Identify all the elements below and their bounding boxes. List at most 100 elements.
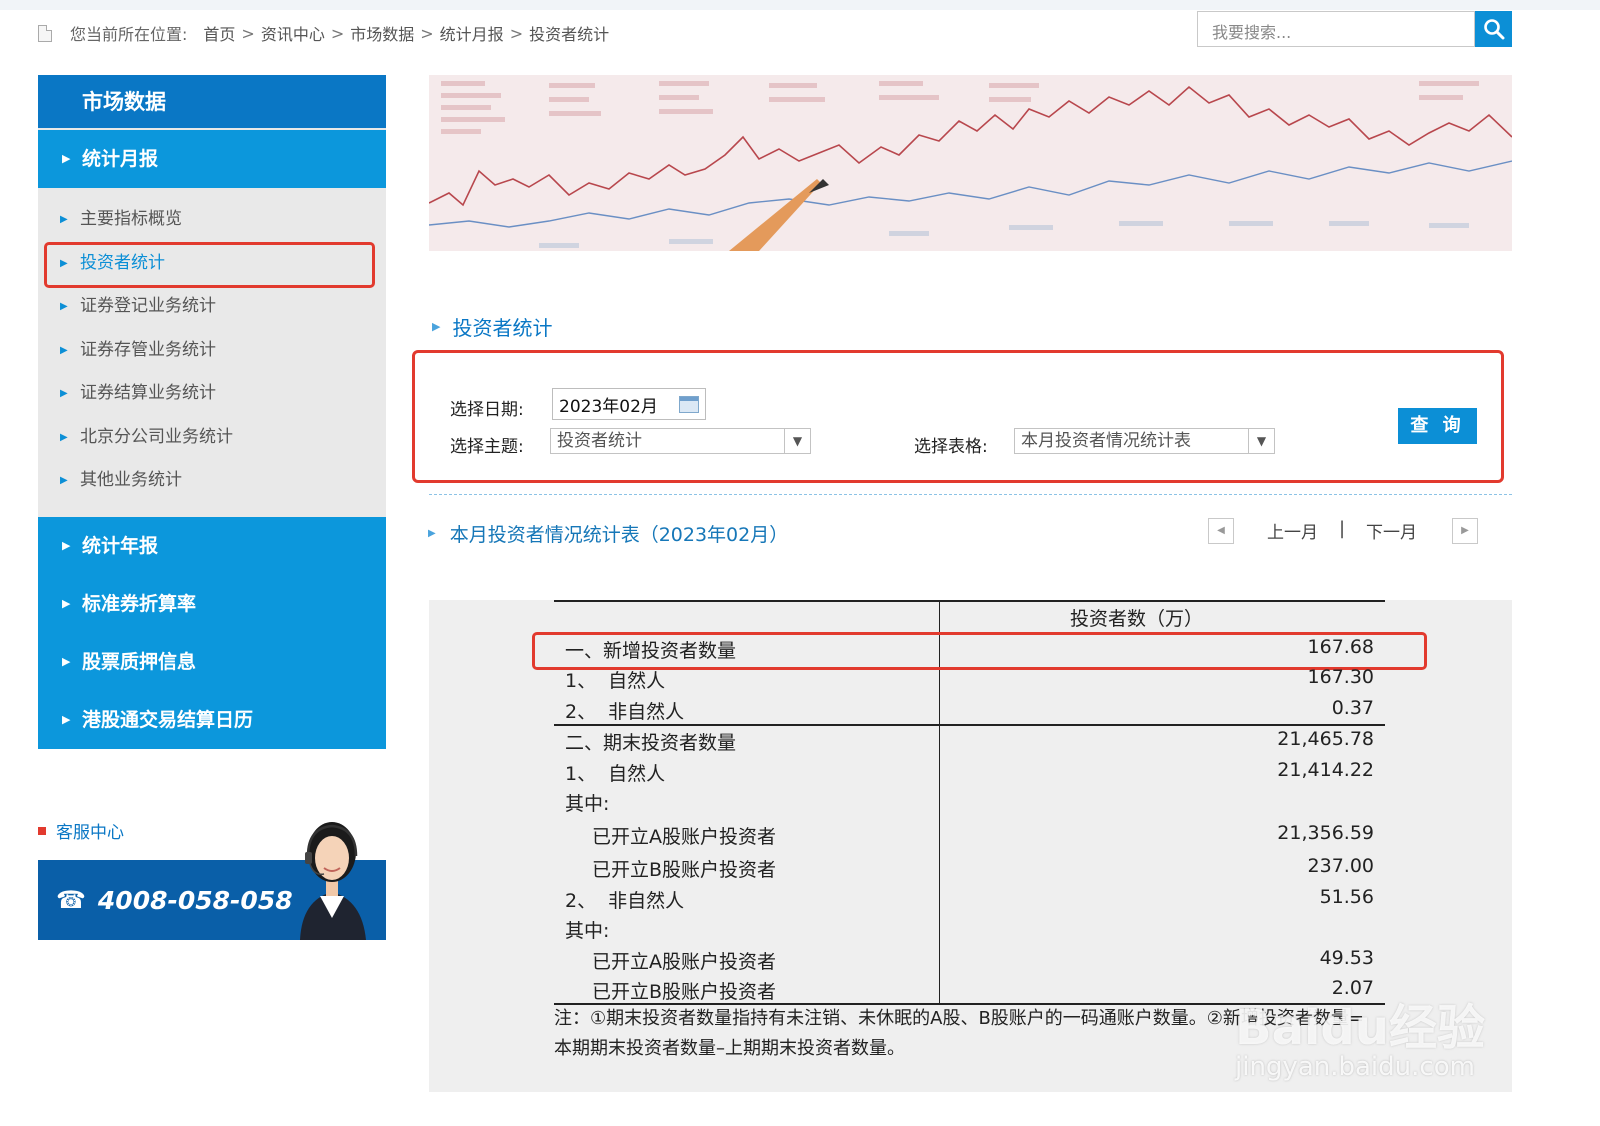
- breadcrumb-item-news[interactable]: 资讯中心: [261, 21, 325, 45]
- topic-label: 选择主题:: [450, 437, 524, 457]
- breadcrumb-item-current: 投资者统计: [529, 25, 610, 44]
- service-center-label: 客服中心: [56, 823, 124, 843]
- table-row-label: 其中:: [565, 920, 610, 942]
- chevron-right-icon: ▶: [60, 214, 68, 225]
- sidebar-item-investor-stats[interactable]: ▶ 投资者统计: [38, 241, 386, 288]
- prev-month-arrow-icon[interactable]: ◀: [1208, 518, 1234, 544]
- highlight-box: [44, 241, 375, 288]
- sidebar-category-monthly[interactable]: ▶ 统计月报: [38, 130, 386, 188]
- sidebar-item-custody[interactable]: ▶ 证券存管业务统计: [38, 329, 386, 373]
- topic-select[interactable]: 投资者统计 ▼: [550, 428, 811, 454]
- chevron-right-icon: ▶: [60, 257, 68, 269]
- sidebar-category-label: 标准券折算率: [82, 592, 197, 615]
- search-button[interactable]: [1475, 11, 1512, 47]
- table-row-label: 二、期末投资者数量: [565, 732, 737, 754]
- table-rule: [554, 724, 1385, 726]
- next-month-link[interactable]: 下一月: [1366, 518, 1417, 546]
- sidebar-category-label: 统计年报: [82, 534, 159, 557]
- table-row-label: 1、 自然人: [565, 670, 666, 692]
- table-select[interactable]: 本月投资者情况统计表 ▼: [1014, 428, 1275, 454]
- sidebar-item-registration[interactable]: ▶ 证券登记业务统计: [38, 285, 386, 329]
- table-row-label: 已开立A股账户投资者: [592, 951, 776, 973]
- section-title: ▶ 投资者统计: [432, 312, 552, 341]
- breadcrumb-item-market[interactable]: 市场数据: [350, 21, 414, 45]
- sidebar-item-label: 北京分公司业务统计: [80, 426, 233, 447]
- watermark-logo: Baidu经验: [1235, 1000, 1485, 1056]
- table-title-text: 本月投资者情况统计表（2023年02月）: [449, 524, 789, 546]
- chevron-down-icon: ▼: [1248, 429, 1274, 453]
- chevron-right-icon: ▶: [60, 344, 68, 356]
- topic-value: 投资者统计: [557, 431, 642, 451]
- chevron-right-icon: ▶: [62, 596, 71, 610]
- chevron-down-icon: ▼: [784, 429, 810, 453]
- table-row-label: 已开立A股账户投资者: [592, 826, 776, 848]
- sidebar-category-pledge[interactable]: ▶ 股票质押信息: [38, 632, 386, 691]
- breadcrumb-separator: >: [420, 23, 434, 43]
- sidebar-submenu: ▶ 主要指标概览 ▶ 投资者统计 ▶ 证券登记业务统计 ▶ 证券存管业务统计 ▶…: [38, 188, 386, 517]
- table-row-label: 1、 自然人: [565, 763, 666, 785]
- triangle-right-icon: ▶: [428, 528, 436, 539]
- table-title: ▶ 本月投资者情况统计表（2023年02月）: [428, 520, 788, 547]
- service-phone-number: 4008-058-058: [97, 885, 293, 915]
- table-row-label: 已开立B股账户投资者: [592, 859, 777, 881]
- chevron-right-icon: ▶: [60, 431, 68, 443]
- table-row-value: 49.53: [1319, 947, 1374, 969]
- chevron-right-icon: ▶: [62, 538, 71, 552]
- table-value: 本月投资者情况统计表: [1021, 431, 1191, 451]
- sidebar: 市场数据 ▶ 统计月报 ▶ 主要指标概览 ▶ 投资者统计 ▶ 证券登记业务统计 …: [38, 75, 386, 749]
- breadcrumb-separator: >: [241, 23, 255, 43]
- query-button[interactable]: 查 询: [1398, 408, 1477, 444]
- divider: [429, 494, 1512, 495]
- page: 您当前所在位置: 首页 > 资讯中心 > 市场数据 > 统计月报 > 投资者统计…: [0, 0, 1600, 1126]
- date-input[interactable]: 2023年02月: [552, 388, 706, 420]
- date-label: 选择日期:: [450, 400, 524, 420]
- sidebar-item-label: 其他业务统计: [80, 470, 182, 490]
- table-rule: [554, 600, 1385, 602]
- table-row-value: 0.37: [1331, 697, 1374, 719]
- sidebar-item-other[interactable]: ▶ 其他业务统计: [38, 459, 386, 503]
- breadcrumb-item-monthly[interactable]: 统计月报: [440, 21, 504, 45]
- breadcrumb-separator: >: [509, 23, 524, 43]
- sidebar-item-beijing-branch[interactable]: ▶ 北京分公司业务统计: [38, 416, 386, 460]
- chevron-right-icon: ▶: [62, 712, 71, 726]
- section-title-text: 投资者统计: [452, 316, 553, 340]
- chevron-right-icon: ▶: [60, 301, 68, 312]
- sidebar-category-label: 统计月报: [82, 148, 159, 170]
- breadcrumb-prefix: 您当前所在位置:: [70, 25, 188, 44]
- sidebar-category-conversion-rate[interactable]: ▶ 标准券折算率: [38, 574, 386, 633]
- sidebar-category-hk-calendar[interactable]: ▶ 港股通交易结算日历: [38, 690, 386, 749]
- sidebar-item-overview[interactable]: ▶ 主要指标概览: [38, 198, 386, 242]
- table-row-value: 21,414.22: [1277, 759, 1374, 781]
- search-icon: [1483, 19, 1504, 40]
- customer-service-avatar: [300, 822, 366, 940]
- table-row-value: 167.30: [1307, 666, 1374, 688]
- next-month-arrow-icon[interactable]: ▶: [1452, 518, 1478, 544]
- chevron-right-icon: ▶: [60, 388, 68, 399]
- table-row-label: 已开立B股账户投资者: [592, 981, 777, 1003]
- table-row-value: 237.00: [1307, 855, 1374, 877]
- chevron-right-icon: ▶: [62, 152, 71, 165]
- stock-chart-banner: [429, 75, 1512, 251]
- table-row-label: 2、 非自然人: [565, 890, 685, 912]
- prev-month-link[interactable]: 上一月: [1267, 518, 1318, 546]
- top-strip: [0, 0, 1600, 10]
- table-row-label: 2、 非自然人: [565, 701, 685, 723]
- breadcrumb: 您当前所在位置: 首页 > 资讯中心 > 市场数据 > 统计月报 > 投资者统计: [38, 20, 609, 46]
- breadcrumb-item-home[interactable]: 首页: [203, 21, 235, 45]
- triangle-right-icon: ▶: [432, 320, 441, 333]
- table-row-value: 21,356.59: [1277, 822, 1374, 844]
- table-row-value: 21,465.78: [1277, 728, 1374, 750]
- search-input[interactable]: 我要搜索...: [1197, 11, 1475, 47]
- chevron-right-icon: ▶: [60, 475, 68, 486]
- table-row-label: 一、新增投资者数量: [565, 640, 737, 662]
- sidebar-category-annual[interactable]: ▶ 统计年报: [38, 516, 386, 575]
- table-row-label: 其中:: [565, 793, 610, 815]
- breadcrumb-separator: >: [330, 23, 345, 43]
- column-header: 投资者数（万）: [1070, 608, 1204, 630]
- pager-separator: |: [1339, 518, 1346, 539]
- sidebar-item-label: 主要指标概览: [80, 209, 182, 229]
- table-row-value: 167.68: [1307, 636, 1374, 658]
- sidebar-item-settlement[interactable]: ▶ 证券结算业务统计: [38, 372, 386, 416]
- calendar-icon[interactable]: [679, 395, 699, 413]
- sidebar-item-label: 证券登记业务统计: [80, 296, 216, 316]
